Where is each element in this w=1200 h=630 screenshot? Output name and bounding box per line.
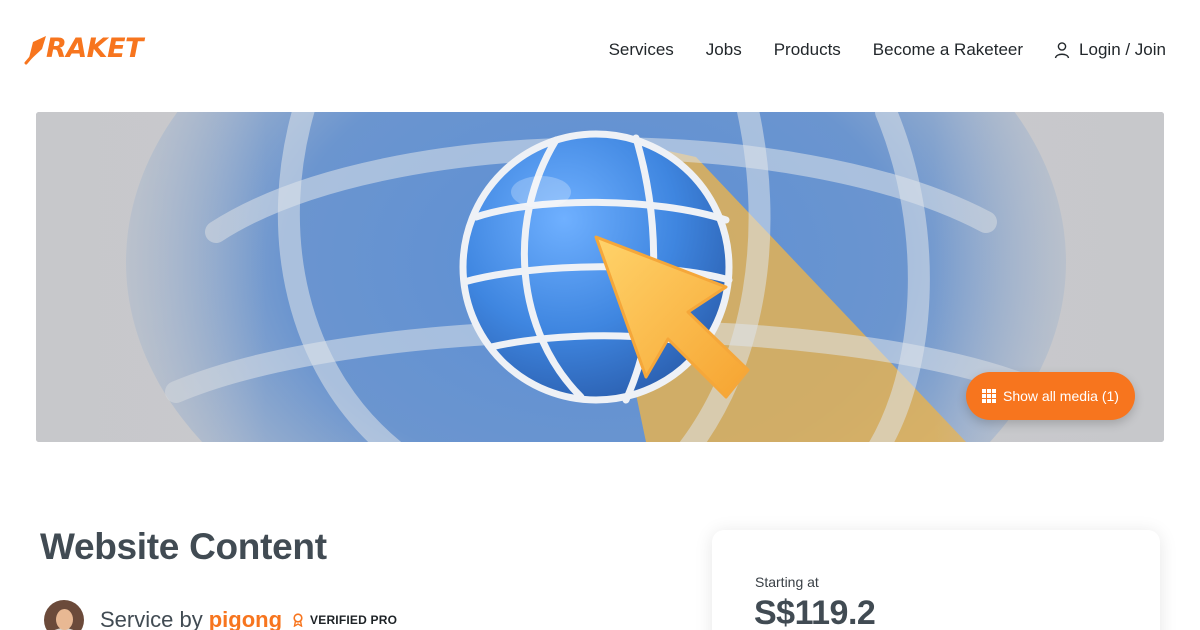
main-nav: Services Jobs Products Become a Raketeer…	[577, 36, 1166, 64]
starting-at-label: Starting at	[755, 574, 819, 590]
service-title: Website Content	[40, 526, 327, 567]
show-all-media-label: Show all media (1)	[1003, 388, 1119, 404]
grid-icon	[982, 389, 996, 403]
nav-products[interactable]: Products	[774, 36, 841, 64]
user-icon	[1054, 42, 1070, 59]
verified-pro-label: VERIFIED PRO	[310, 613, 398, 627]
service-byline: Service by pigong VERIFIED PRO	[44, 600, 397, 630]
nav-services[interactable]: Services	[609, 36, 674, 64]
show-all-media-button[interactable]: Show all media (1)	[966, 372, 1135, 420]
nav-become-raketeer[interactable]: Become a Raketeer	[873, 36, 1023, 64]
site-header: RAKET Services Jobs Products Become a Ra…	[0, 0, 1200, 100]
service-by-label: Service by	[100, 607, 203, 630]
starting-price: S$119.2	[754, 594, 876, 630]
price-card: Starting at S$119.2	[712, 530, 1160, 630]
brand-name: RAKET	[46, 33, 143, 64]
login-join-label: Login / Join	[1079, 40, 1166, 59]
hero-media[interactable]: Show all media (1)	[36, 112, 1164, 442]
seller-name-link[interactable]: pigong	[209, 607, 282, 630]
verified-badge-icon	[293, 613, 303, 627]
seller-avatar[interactable]	[44, 600, 84, 630]
raket-logo[interactable]: RAKET	[24, 32, 158, 66]
nav-jobs[interactable]: Jobs	[706, 36, 742, 64]
login-join-link[interactable]: Login / Join	[1053, 40, 1166, 60]
